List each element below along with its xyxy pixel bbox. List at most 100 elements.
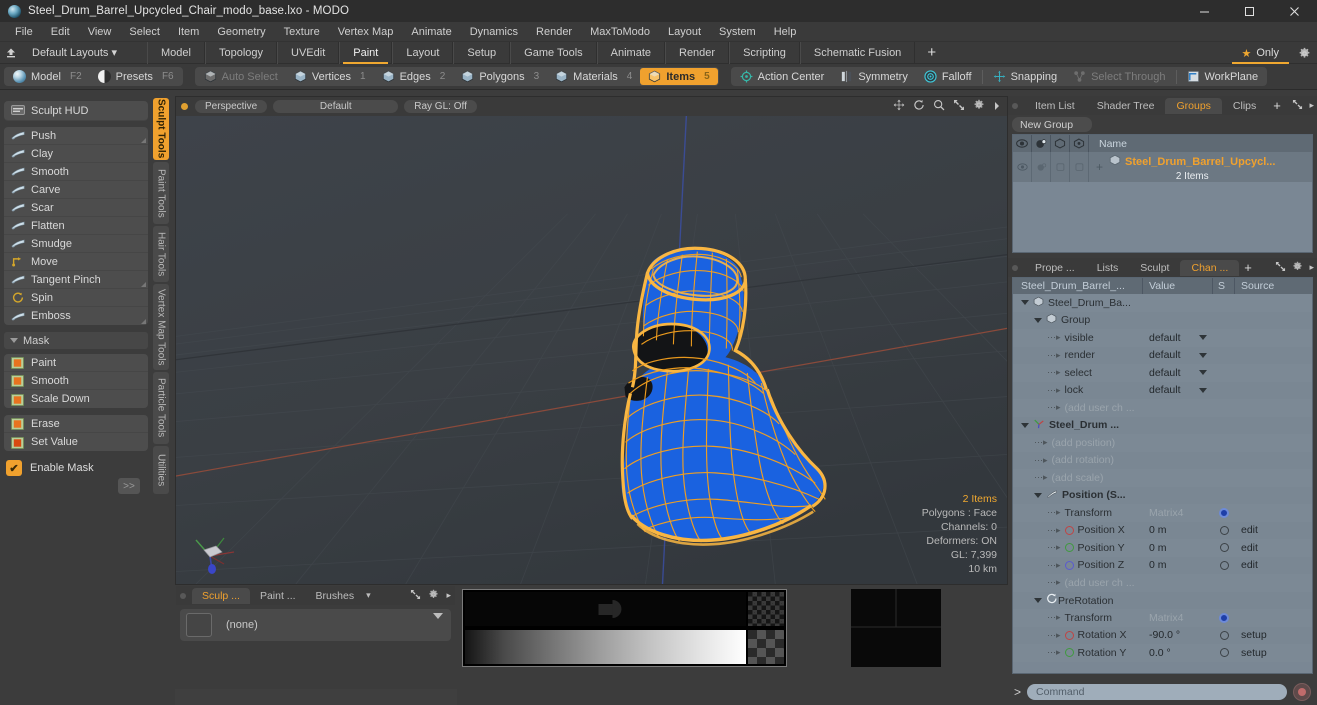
channel-value-cell[interactable]: 0 m xyxy=(1143,559,1213,571)
channel-value-cell[interactable]: 0 m xyxy=(1143,542,1213,554)
menu-item-geometry[interactable]: Geometry xyxy=(208,24,274,40)
maximize-panel-icon[interactable] xyxy=(410,587,421,605)
sculpt-tool-move[interactable]: Move xyxy=(4,253,148,271)
panel-gear-icon[interactable] xyxy=(428,587,439,605)
menu-item-layout[interactable]: Layout xyxy=(659,24,710,40)
mode-button-workplane[interactable]: WorkPlane xyxy=(1179,68,1267,85)
chevron-right-icon[interactable] xyxy=(993,98,1001,116)
menu-item-edit[interactable]: Edit xyxy=(42,24,79,40)
layout-tab-topology[interactable]: Topology xyxy=(204,41,278,64)
gear-icon[interactable] xyxy=(973,98,985,116)
channel-row[interactable]: PreRotation xyxy=(1013,591,1312,609)
mode-button-items[interactable]: Items 5 xyxy=(640,68,718,85)
channel-state-toggle[interactable] xyxy=(1219,560,1229,570)
groups-list-body[interactable]: + Steel_Drum_Barrel_Upcycl... 2 Items xyxy=(1013,152,1312,252)
channel-row[interactable]: ⋯▸ (add user ch ... xyxy=(1013,574,1312,592)
add-tab-button[interactable]: + xyxy=(1239,260,1257,275)
chevron-down-icon[interactable] xyxy=(1199,335,1207,341)
viewport-raygl-chip[interactable]: Ray GL: Off xyxy=(404,100,477,113)
command-input[interactable]: Command xyxy=(1027,684,1287,700)
tab-paint-presets[interactable]: Paint ... xyxy=(250,588,306,604)
expand-row-icon[interactable]: + xyxy=(1089,160,1103,174)
sculpt-tool-emboss[interactable]: Emboss xyxy=(4,307,148,325)
channel-state-toggle[interactable] xyxy=(1219,543,1229,553)
channel-value-cell[interactable]: Matrix4 xyxy=(1143,612,1213,624)
channel-state-toggle-active[interactable] xyxy=(1219,507,1229,518)
layout-tab-setup[interactable]: Setup xyxy=(453,41,511,64)
sculpt-tool-flatten[interactable]: Flatten xyxy=(4,217,148,235)
sculpt-hud-button[interactable]: Sculpt HUD xyxy=(4,101,148,121)
panel-more-chevron-icon[interactable]: ▸ xyxy=(1309,262,1314,273)
layout-tab-model[interactable]: Model xyxy=(147,41,205,64)
vtab-vertex-map-tools[interactable]: Vertex Map Tools xyxy=(153,284,169,370)
gradient-preview[interactable] xyxy=(462,589,787,667)
menu-item-maxtomodo[interactable]: MaxToModo xyxy=(581,24,659,40)
lock-icon[interactable] xyxy=(1070,135,1089,152)
mask-tool-set-value[interactable]: Set Value xyxy=(4,433,148,451)
add-layout-tab-button[interactable]: + xyxy=(915,44,948,61)
channel-row[interactable]: Group xyxy=(1013,311,1312,329)
channel-row[interactable]: ⋯▸ Rotation Y 0.0 ° setup xyxy=(1013,644,1312,662)
channel-s-cell[interactable] xyxy=(1213,560,1235,570)
only-toggle-button[interactable]: ★ Only xyxy=(1230,42,1292,64)
new-group-button[interactable]: New Group xyxy=(1012,117,1092,132)
home-layout-icon[interactable] xyxy=(0,47,22,59)
mask-tool-paint[interactable]: Paint xyxy=(4,354,148,372)
layout-tab-render[interactable]: Render xyxy=(665,41,730,64)
panel-more-chevron-icon[interactable]: ▸ xyxy=(446,590,451,601)
channel-row[interactable]: Steel_Drum_Ba... xyxy=(1013,294,1312,312)
maximize-button[interactable] xyxy=(1227,0,1272,22)
channel-row[interactable]: ⋯▸ visible default xyxy=(1013,329,1312,347)
preset-selector[interactable]: (none) xyxy=(180,609,451,641)
row-eye-icon[interactable] xyxy=(1013,152,1032,182)
render-icon[interactable] xyxy=(1032,135,1051,152)
channel-row[interactable]: ⋯▸ Position X 0 m edit xyxy=(1013,521,1312,539)
sculpt-tool-push[interactable]: Push xyxy=(4,127,148,145)
texture-thumbnail[interactable] xyxy=(851,589,941,667)
mode-button-presets[interactable]: Presets F6 xyxy=(90,68,182,85)
chevron-down-icon[interactable] xyxy=(1199,352,1207,358)
menu-item-texture[interactable]: Texture xyxy=(275,24,329,40)
channel-source-cell[interactable]: edit xyxy=(1235,559,1312,571)
menu-item-render[interactable]: Render xyxy=(527,24,581,40)
menu-item-animate[interactable]: Animate xyxy=(402,24,460,40)
checkmark-icon[interactable]: ✔ xyxy=(6,460,22,476)
mask-tool-erase[interactable]: Erase xyxy=(4,415,148,433)
viewport-projection-chip[interactable]: Perspective xyxy=(195,100,268,113)
channel-value-cell[interactable]: default xyxy=(1143,332,1213,344)
mode-button-select-through[interactable]: Select Through xyxy=(1065,68,1173,85)
channel-value-cell[interactable]: default xyxy=(1143,349,1213,361)
minimize-button[interactable] xyxy=(1182,0,1227,22)
maximize-panel-icon[interactable] xyxy=(1292,97,1303,115)
channel-state-toggle[interactable] xyxy=(1219,630,1229,640)
channel-s-cell[interactable] xyxy=(1213,525,1235,535)
vtab-utilities[interactable]: Utilities xyxy=(153,446,169,494)
sculpt-tool-clay[interactable]: Clay xyxy=(4,145,148,163)
mode-button-vertices[interactable]: Vertices 1 xyxy=(286,68,374,85)
channel-value-cell[interactable]: default xyxy=(1143,367,1213,379)
layout-tab-schematic-fusion[interactable]: Schematic Fusion xyxy=(799,41,916,64)
chevron-down-icon[interactable] xyxy=(433,613,443,619)
tab-channels[interactable]: Chan ... xyxy=(1180,259,1240,276)
tab-overflow-chevron-icon[interactable]: ▾ xyxy=(366,590,371,601)
viewport-3d[interactable]: 2 Items Polygons : Face Channels: 0 Defo… xyxy=(176,116,1007,584)
channel-row[interactable]: ⋯▸ Transform Matrix4 xyxy=(1013,504,1312,522)
sculpt-tool-carve[interactable]: Carve xyxy=(4,181,148,199)
tab-item-list[interactable]: Item List xyxy=(1024,98,1086,114)
mask-tool-smooth[interactable]: Smooth xyxy=(4,372,148,390)
channel-value-cell[interactable]: 0.0 ° xyxy=(1143,647,1213,659)
rotate-icon[interactable] xyxy=(913,98,925,116)
menu-item-view[interactable]: View xyxy=(79,24,121,40)
menu-item-item[interactable]: Item xyxy=(169,24,208,40)
channel-state-toggle-active[interactable] xyxy=(1219,612,1229,623)
menu-item-system[interactable]: System xyxy=(710,24,765,40)
channel-row[interactable]: ⋯▸ render default xyxy=(1013,346,1312,364)
table-row[interactable]: + Steel_Drum_Barrel_Upcycl... 2 Items xyxy=(1013,152,1312,182)
panel-menu-dot-icon[interactable] xyxy=(1012,264,1018,271)
channel-s-cell[interactable] xyxy=(1213,507,1235,518)
tab-groups[interactable]: Groups xyxy=(1165,97,1222,114)
channels-body[interactable]: Steel_Drum_Ba... Group ⋯▸ visible default ⋯▸ r… xyxy=(1013,294,1312,673)
row-render-icon[interactable] xyxy=(1032,152,1051,182)
channel-s-cell[interactable] xyxy=(1213,543,1235,553)
select-icon[interactable] xyxy=(1051,135,1070,152)
